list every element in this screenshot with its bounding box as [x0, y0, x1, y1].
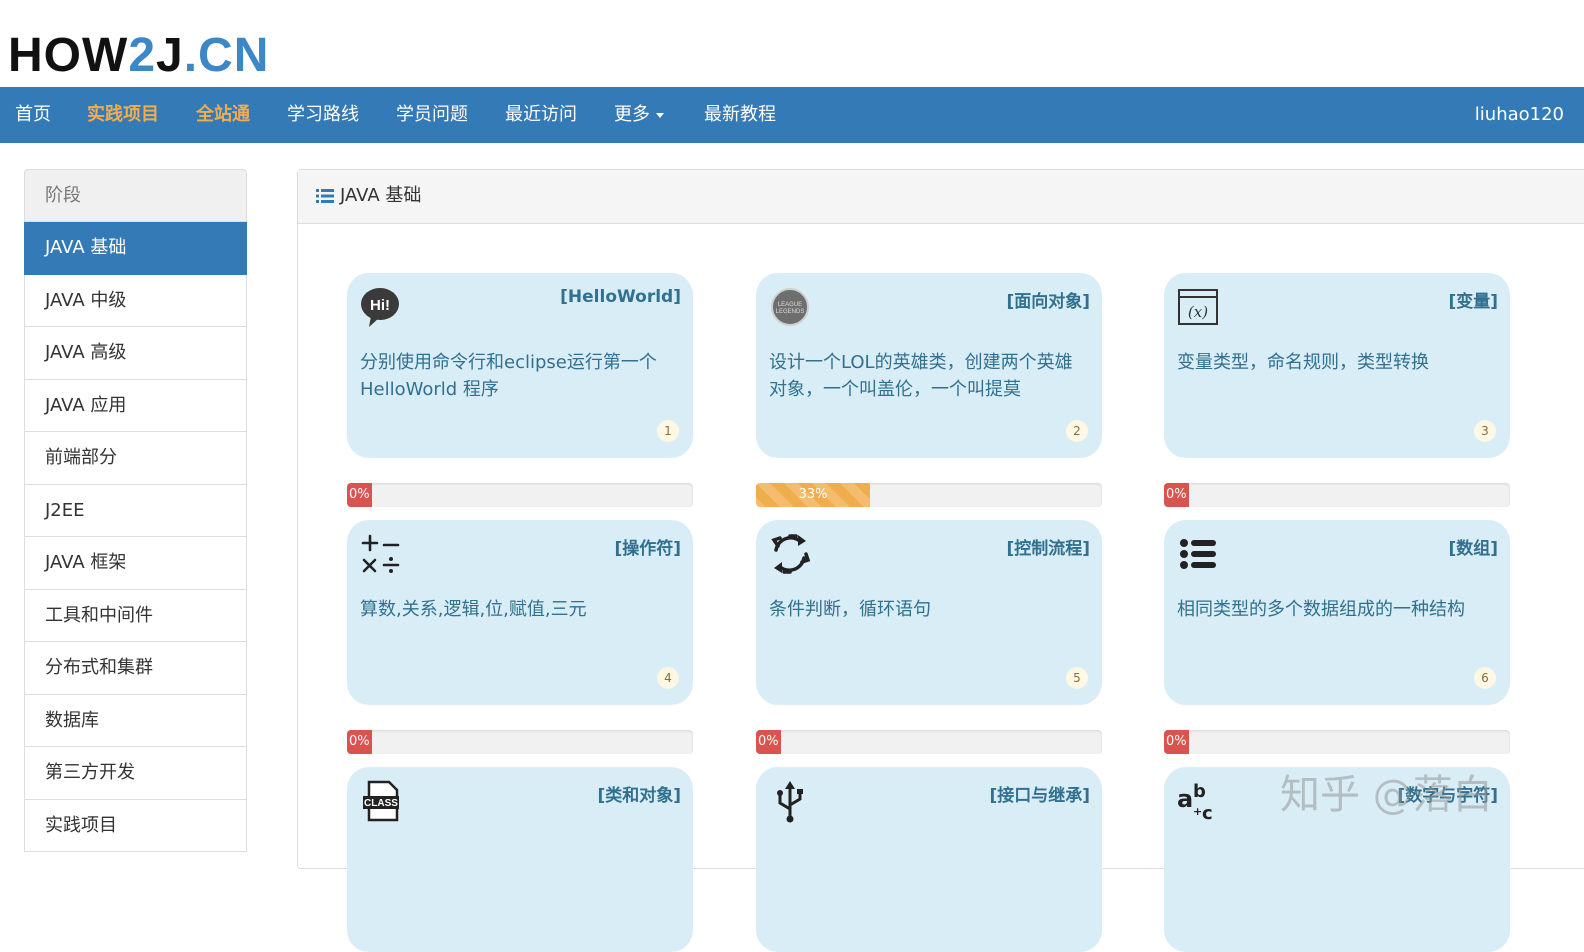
card-description: 变量类型，命名规则，类型转换 [1177, 352, 1429, 373]
nav-latest-tutorials[interactable]: 最新教程 [704, 87, 776, 143]
card-number-badge: 1 [657, 420, 679, 442]
progress-helloworld: 0% [347, 483, 693, 507]
card-description: 分别使用命令行和eclipse运行第一个HelloWorld 程序 [360, 352, 657, 400]
list-icon [316, 189, 334, 203]
card-title: [类和对象] [597, 786, 681, 806]
progress-operators: 0% [347, 730, 693, 754]
nav-user-name[interactable]: liuhao120 [1475, 87, 1564, 143]
course-card-control-flow[interactable]: [控制流程] 条件判断，循环语句 5 [756, 520, 1102, 705]
abc-text-icon: a b c + [1177, 781, 1213, 823]
progress-bar-fill: 0% [347, 730, 372, 754]
progress-bar-fill: 0% [1164, 730, 1189, 754]
course-card-operators[interactable]: [操作符] 算数,关系,逻辑,位,赋值,三元 4 [347, 520, 693, 705]
progress-control-flow: 0% [756, 730, 1102, 754]
top-navbar: 首页 实践项目 全站通 学习路线 学员问题 最近访问 更多 最新教程 liuha… [0, 87, 1584, 143]
course-card-variables[interactable]: (x) [变量] 变量类型，命名规则，类型转换 3 [1164, 273, 1510, 458]
list-icon [1180, 539, 1216, 569]
course-card-helloworld[interactable]: Hi! [HelloWorld] 分别使用命令行和eclipse运行第一个Hel… [347, 273, 693, 458]
progress-bar-fill: 0% [1164, 483, 1189, 507]
nav-learning-path[interactable]: 学习路线 [287, 87, 359, 143]
sidebar-item-java-frameworks[interactable]: JAVA 框架 [24, 537, 247, 590]
card-title: [HelloWorld] [560, 287, 681, 307]
course-card-interfaces-inheritance[interactable]: [接口与继承] [756, 767, 1102, 952]
sidebar-item-frontend[interactable]: 前端部分 [24, 432, 247, 485]
sidebar-header: 阶段 [24, 169, 247, 222]
progress-variables: 0% [1164, 483, 1510, 507]
panel-title: JAVA 基础 [340, 185, 422, 206]
sidebar-item-java-advanced[interactable]: JAVA 高级 [24, 327, 247, 380]
svg-text:CLASS: CLASS [364, 798, 398, 809]
caret-down-icon [656, 112, 664, 118]
course-card-oop[interactable]: LEAGUE LEGENDS [面向对象] 设计一个LOL的英雄类，创建两个英雄… [756, 273, 1102, 458]
class-file-icon: CLASS [363, 780, 399, 822]
card-description: 相同类型的多个数据组成的一种结构 [1177, 599, 1465, 620]
svg-text:c: c [1202, 803, 1213, 823]
usb-icon [777, 781, 803, 823]
nav-more-label: 更多 [614, 104, 650, 125]
card-title: [操作符] [614, 539, 681, 559]
nav-all-access[interactable]: 全站通 [196, 87, 250, 143]
sidebar-item-java-basic[interactable]: JAVA 基础 [24, 222, 247, 275]
card-title: [数组] [1448, 539, 1498, 559]
svg-text:LEGENDS: LEGENDS [776, 309, 805, 315]
nav-practice-projects[interactable]: 实践项目 [87, 87, 159, 143]
nav-recent-visits[interactable]: 最近访问 [505, 87, 577, 143]
card-title: [面向对象] [1006, 292, 1090, 312]
progress-bar-fill: 0% [756, 730, 781, 754]
panel-heading: JAVA 基础 [298, 170, 1584, 224]
card-number-badge: 5 [1066, 667, 1088, 689]
nav-student-questions[interactable]: 学员问题 [396, 87, 468, 143]
card-number-badge: 3 [1474, 420, 1496, 442]
variable-x-icon: (x) [1178, 289, 1218, 325]
watermark: 知乎 @落白 [1280, 772, 1493, 818]
course-card-classes-objects[interactable]: CLASS [类和对象] [347, 767, 693, 952]
sidebar-item-java-intermediate[interactable]: JAVA 中级 [24, 274, 247, 327]
sidebar-item-practice-projects[interactable]: 实践项目 [24, 799, 247, 852]
progress-bar-fill: 0% [347, 483, 372, 507]
loop-arrows-icon [771, 534, 811, 574]
svg-text:+: + [1193, 805, 1202, 818]
card-description: 条件判断，循环语句 [769, 599, 931, 620]
svg-text:a: a [1177, 785, 1193, 813]
progress-bar-fill: 33% [756, 483, 871, 507]
nav-home[interactable]: 首页 [15, 87, 51, 143]
sidebar-item-database[interactable]: 数据库 [24, 694, 247, 747]
sidebar-item-java-application[interactable]: JAVA 应用 [24, 379, 247, 432]
sidebar-item-third-party[interactable]: 第三方开发 [24, 747, 247, 800]
svg-text:b: b [1193, 781, 1206, 802]
svg-text:LEAGUE: LEAGUE [778, 302, 802, 308]
lol-logo-icon: LEAGUE LEGENDS [771, 288, 809, 326]
operators-icon [361, 534, 400, 573]
card-description: 算数,关系,逻辑,位,赋值,三元 [360, 599, 587, 620]
card-title: [变量] [1448, 292, 1498, 312]
stage-sidebar: 阶段 JAVA 基础 JAVA 中级 JAVA 高级 JAVA 应用 前端部分 … [24, 169, 247, 852]
logo-cn: .CN [183, 29, 270, 82]
card-number-badge: 2 [1066, 420, 1088, 442]
logo-two: 2 [128, 29, 157, 82]
card-description: 设计一个LOL的英雄类，创建两个英雄对象，一个叫盖伦，一个叫提莫 [769, 352, 1073, 400]
svg-text:Hi!: Hi! [370, 297, 390, 314]
site-logo[interactable]: HOW2J.CN [8, 28, 269, 84]
sidebar-item-j2ee[interactable]: J2EE [24, 484, 247, 537]
sidebar-item-distributed-cluster[interactable]: 分布式和集群 [24, 642, 247, 695]
svg-text:(x): (x) [1188, 303, 1208, 321]
progress-oop: 33% [756, 483, 1102, 507]
card-number-badge: 6 [1474, 667, 1496, 689]
nav-more-dropdown[interactable]: 更多 [614, 87, 664, 143]
card-title: [接口与继承] [989, 786, 1090, 806]
course-card-arrays[interactable]: [数组] 相同类型的多个数据组成的一种结构 6 [1164, 520, 1510, 705]
sidebar-item-tools-middleware[interactable]: 工具和中间件 [24, 589, 247, 642]
logo-j: J [156, 29, 184, 82]
progress-arrays: 0% [1164, 730, 1510, 754]
logo-how: HOW [8, 29, 129, 82]
card-title: [控制流程] [1006, 539, 1090, 559]
card-number-badge: 4 [657, 667, 679, 689]
hi-speech-bubble-icon: Hi! [361, 288, 399, 327]
